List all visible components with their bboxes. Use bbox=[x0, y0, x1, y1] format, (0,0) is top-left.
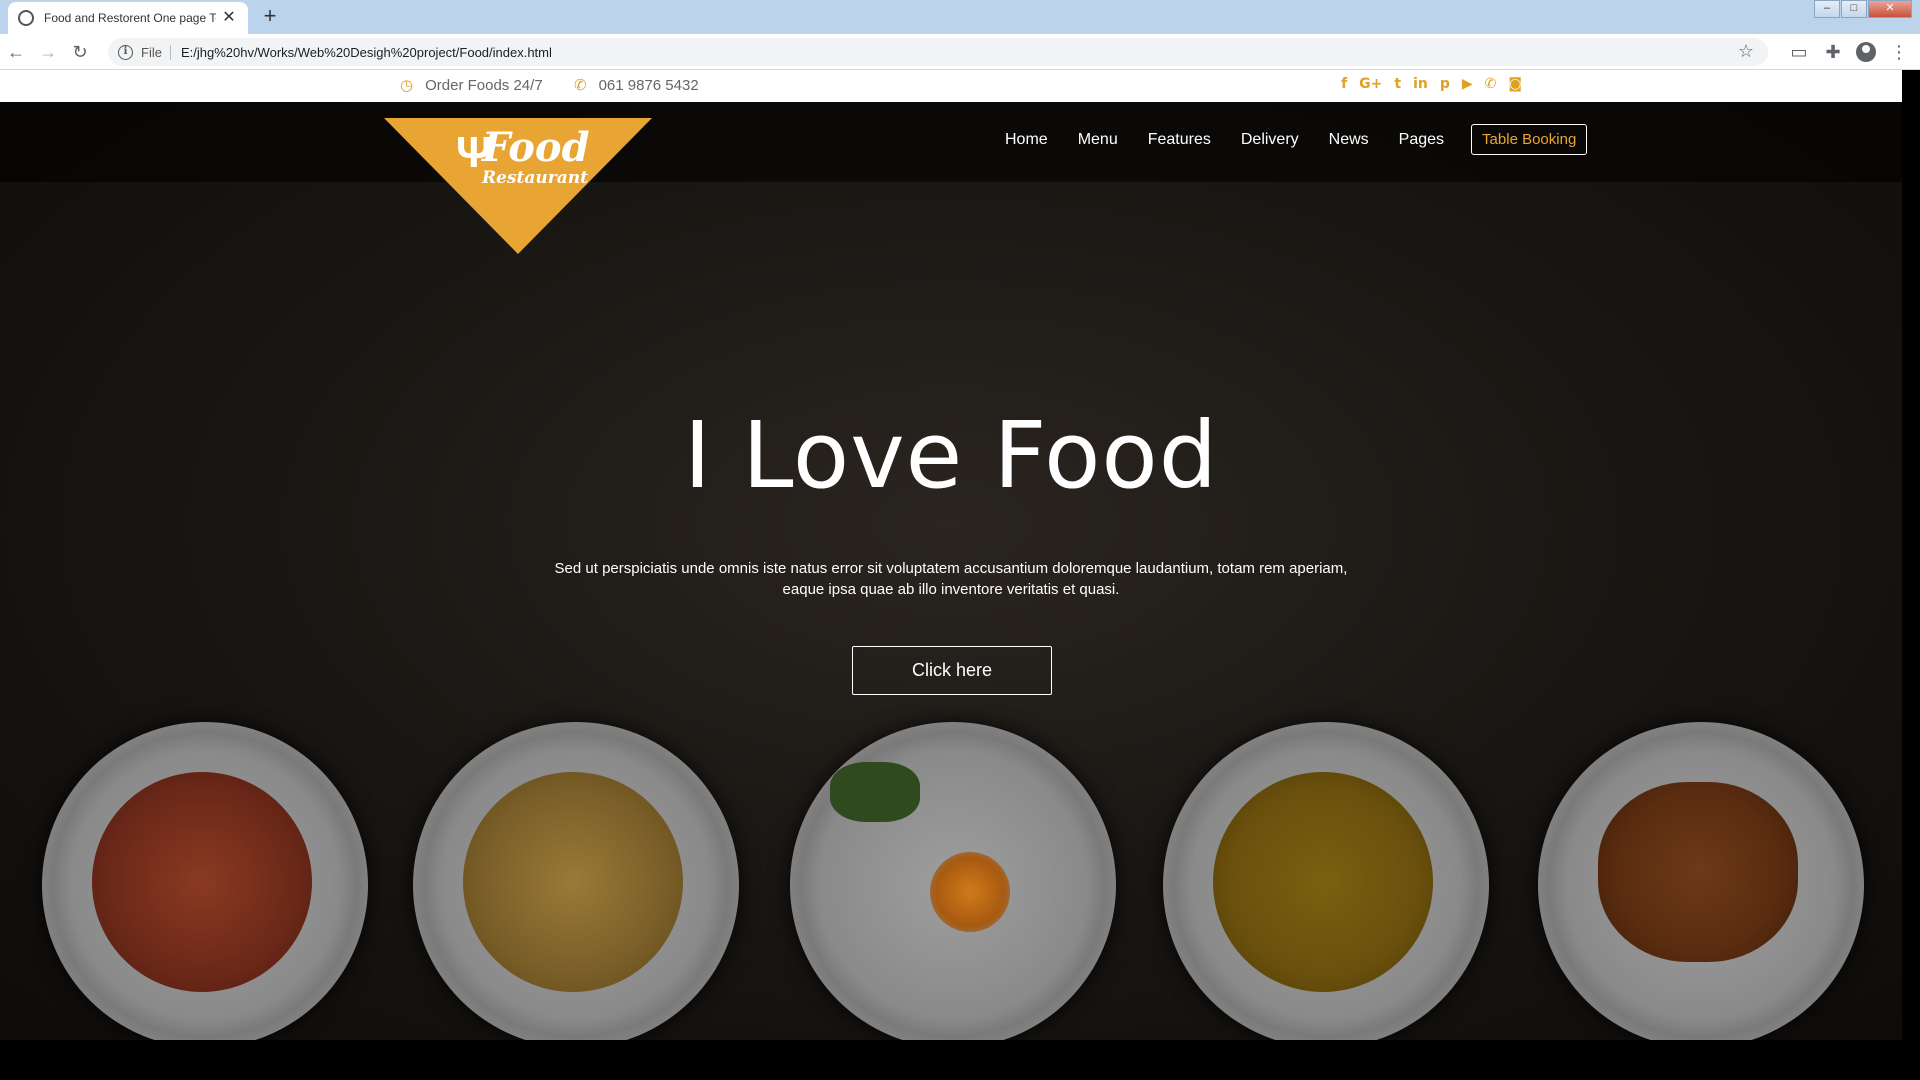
info-icon[interactable]: i bbox=[118, 44, 133, 60]
browser-tab[interactable]: Food and Restorent One page Te ✕ bbox=[8, 2, 248, 34]
top-info-bar: ◷ Order Foods 24/7 ✆ 061 9876 5432 f G+ … bbox=[0, 70, 1902, 102]
nav-delivery[interactable]: Delivery bbox=[1226, 131, 1314, 149]
browser-toolbar: ← → ↻ i File E:/jhg%20hv/Works/Web%20Des… bbox=[0, 34, 1920, 70]
nav-menu[interactable]: Menu bbox=[1063, 131, 1133, 149]
table-booking-button[interactable]: Table Booking bbox=[1471, 124, 1588, 155]
linkedin-icon[interactable]: in bbox=[1413, 76, 1428, 92]
hero-section: Ψ Food Restaurant Home Menu Features Del… bbox=[0, 102, 1902, 1040]
nav-pages[interactable]: Pages bbox=[1384, 131, 1459, 149]
reload-button[interactable]: ↻ bbox=[64, 36, 96, 68]
close-tab-icon[interactable]: ✕ bbox=[220, 10, 238, 26]
click-here-button[interactable]: Click here bbox=[852, 646, 1052, 695]
nav-features[interactable]: Features bbox=[1133, 131, 1226, 149]
close-window-button[interactable]: ✕ bbox=[1868, 0, 1912, 18]
header-bar bbox=[0, 102, 1902, 182]
toolbar-icons: ▭ ✚ ⋮ bbox=[1788, 38, 1910, 66]
twitter-icon[interactable]: t bbox=[1394, 76, 1401, 92]
google-plus-icon[interactable]: G+ bbox=[1359, 76, 1382, 92]
phone-info: ✆ 061 9876 5432 bbox=[574, 76, 699, 95]
pinterest-icon[interactable]: p bbox=[1440, 76, 1450, 92]
logo-main-text: Food bbox=[482, 124, 590, 171]
phone-icon: ✆ bbox=[574, 77, 587, 94]
reader-icon[interactable]: ▭ bbox=[1788, 38, 1810, 66]
main-nav: Home Menu Features Delivery News Pages T… bbox=[990, 124, 1588, 155]
tab-title: Food and Restorent One page Te bbox=[44, 11, 216, 25]
url-text[interactable]: E:/jhg%20hv/Works/Web%20Desigh%20project… bbox=[181, 45, 552, 60]
new-tab-button[interactable]: + bbox=[254, 4, 286, 30]
logo-sub-text: Restaurant bbox=[482, 168, 588, 188]
nav-news[interactable]: News bbox=[1314, 131, 1384, 149]
minimize-button[interactable]: – bbox=[1814, 0, 1840, 18]
hero-description: Sed ut perspiciatis unde omnis iste natu… bbox=[554, 560, 1348, 598]
phone-icon[interactable]: ✆ bbox=[1485, 76, 1497, 92]
extensions-icon[interactable]: ✚ bbox=[1822, 38, 1844, 66]
phone-number: 061 9876 5432 bbox=[598, 76, 699, 94]
browser-tab-strip: Food and Restorent One page Te ✕ + – □ ✕ bbox=[0, 0, 1920, 34]
order-text: Order Foods 24/7 bbox=[425, 76, 543, 94]
youtube-icon[interactable]: ▶ bbox=[1462, 76, 1473, 92]
facebook-icon[interactable]: f bbox=[1341, 76, 1347, 92]
back-button[interactable]: ← bbox=[0, 36, 32, 68]
file-label: File bbox=[141, 44, 171, 60]
nav-home[interactable]: Home bbox=[990, 131, 1063, 149]
bookmark-star-icon[interactable]: ☆ bbox=[1738, 41, 1754, 62]
forward-button[interactable]: → bbox=[32, 36, 64, 68]
globe-icon bbox=[18, 10, 34, 26]
clock-icon: ◷ bbox=[400, 77, 414, 94]
plate-image bbox=[413, 722, 739, 1040]
hero-title: I Love Food bbox=[683, 402, 1219, 509]
order-info: ◷ Order Foods 24/7 bbox=[400, 76, 543, 95]
window-controls: – □ ✕ bbox=[1813, 0, 1912, 18]
plate-image bbox=[1163, 722, 1489, 1040]
address-bar[interactable]: i File E:/jhg%20hv/Works/Web%20Desigh%20… bbox=[108, 38, 1768, 66]
maximize-button[interactable]: □ bbox=[1841, 0, 1867, 18]
plate-image bbox=[1538, 722, 1864, 1040]
social-links: f G+ t in p ▶ ✆ ◙ bbox=[1341, 76, 1522, 92]
instagram-icon[interactable]: ◙ bbox=[1508, 76, 1522, 92]
plate-image bbox=[42, 722, 368, 1040]
plate-image bbox=[790, 722, 1116, 1040]
profile-avatar-icon[interactable] bbox=[1856, 42, 1876, 62]
menu-kebab-icon[interactable]: ⋮ bbox=[1888, 38, 1910, 66]
